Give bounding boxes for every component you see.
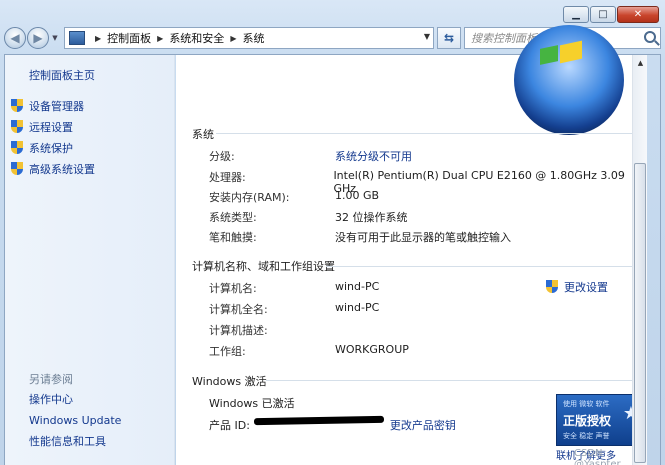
shield-icon [11, 119, 23, 134]
genuine-badge[interactable]: 使用 微软 软件 正版授权 安全 稳定 声誉 ★ [556, 394, 644, 446]
section-divider [326, 266, 637, 267]
content-area: 控制面板主页 设备管理器 远程设置 系统保护 高级系统设置 另请参阅 操作中心 … [4, 25, 661, 465]
see-also-action-center[interactable]: 操作中心 [29, 389, 121, 410]
description-row: 计算机描述: [209, 322, 335, 338]
maximize-button[interactable]: □ [590, 6, 616, 23]
sidebar-item-label: 系统保护 [29, 141, 73, 155]
breadcrumb-separator-icon[interactable]: ▶ [95, 34, 101, 43]
recent-pages-dropdown[interactable]: ▼ [50, 34, 60, 42]
shield-icon [11, 161, 23, 176]
redacted-product-id [253, 415, 384, 426]
shield-icon [11, 140, 23, 155]
minimize-button[interactable]: ▁ [563, 6, 589, 23]
activation-status-row: Windows 已激活 [209, 395, 295, 411]
genuine-line1: 使用 微软 软件 [563, 400, 610, 408]
row-label: 计算机全名: [209, 303, 268, 316]
full-name-value: wind-PC [335, 301, 380, 314]
close-button[interactable]: ✕ [617, 6, 659, 23]
caption-buttons: ▁ □ ✕ [563, 6, 659, 23]
row-label: 安装内存(RAM): [209, 191, 290, 204]
windows-logo [514, 25, 624, 135]
control-panel-icon [69, 31, 85, 45]
scroll-up-icon[interactable]: ▲ [633, 55, 648, 70]
row-label: 计算机描述: [209, 324, 268, 337]
product-id-row: 产品 ID: 更改产品密钥 [209, 415, 456, 433]
refresh-button[interactable]: ⇆ [437, 27, 461, 49]
change-settings-label: 更改设置 [564, 281, 608, 294]
see-also-windows-update[interactable]: Windows Update [29, 410, 121, 431]
breadcrumb-control-panel[interactable]: 控制面板 [107, 30, 151, 46]
see-also-heading: 另请参阅 [29, 373, 73, 386]
rating-link[interactable]: 系统分级不可用 [335, 148, 412, 164]
scrollbar-thumb[interactable] [634, 163, 646, 463]
sidebar-task-list: 设备管理器 远程设置 系统保护 高级系统设置 [11, 95, 95, 179]
forward-arrow-icon: ▶ [33, 31, 43, 45]
sidebar: 控制面板主页 设备管理器 远程设置 系统保护 高级系统设置 另请参阅 操作中心 … [5, 55, 175, 465]
product-id-label: 产品 ID: [209, 419, 250, 432]
sidebar-item-label: 设备管理器 [29, 99, 84, 113]
activation-status: Windows 已激活 [209, 397, 295, 410]
address-dropdown-icon[interactable]: ▼ [424, 32, 430, 41]
workgroup-value: WORKGROUP [335, 343, 409, 356]
system-window: ▁ □ ✕ ◀ ▶ ▼ ▶ 控制面板 ▶ 系统和安全 ▶ 系统 ▼ ⇆ 搜索控制… [0, 0, 665, 465]
back-button[interactable]: ◀ [4, 27, 26, 49]
forward-button[interactable]: ▶ [27, 27, 49, 49]
computer-name-row: 计算机名: wind-PC [209, 280, 379, 296]
vertical-scrollbar[interactable]: ▲ [632, 55, 647, 465]
sidebar-home-link[interactable]: 控制面板主页 [29, 67, 95, 83]
ram-value: 1.00 GB [335, 189, 380, 202]
genuine-line2: 正版授权 [563, 414, 612, 428]
breadcrumb: ▶ 控制面板 ▶ 系统和安全 ▶ 系统 [89, 30, 264, 46]
see-also-performance[interactable]: 性能信息和工具 [29, 431, 121, 452]
shield-icon [11, 98, 23, 113]
address-bar[interactable]: ▶ 控制面板 ▶ 系统和安全 ▶ 系统 ▼ [64, 27, 434, 49]
breadcrumb-separator-icon[interactable]: ▶ [230, 34, 236, 43]
sidebar-item-system-protection[interactable]: 系统保护 [11, 137, 95, 158]
computer-name-value: wind-PC [335, 280, 380, 293]
sidebar-item-label: 远程设置 [29, 120, 73, 134]
processor-value: Intel(R) Pentium(R) Dual CPU E2160 @ 1.8… [333, 169, 625, 195]
system-type-row: 系统类型: 32 位操作系统 [209, 209, 408, 225]
sidebar-item-advanced-settings[interactable]: 高级系统设置 [11, 158, 95, 179]
row-label: 笔和触摸: [209, 231, 257, 244]
see-also-list: 操作中心 Windows Update 性能信息和工具 [29, 389, 121, 452]
sidebar-item-device-manager[interactable]: 设备管理器 [11, 95, 95, 116]
back-arrow-icon: ◀ [10, 31, 20, 45]
row-label: 系统类型: [209, 211, 257, 224]
section-divider [216, 133, 637, 134]
shield-icon [546, 280, 558, 294]
sidebar-item-label: 高级系统设置 [29, 162, 95, 176]
sidebar-item-remote-settings[interactable]: 远程设置 [11, 116, 95, 137]
refresh-icon: ⇆ [443, 31, 455, 45]
pen-touch-value: 没有可用于此显示器的笔或触控输入 [335, 231, 511, 244]
main-panel: 系统 分级: 系统分级不可用 处理器: Intel(R) Pentium(R) … [176, 25, 647, 465]
row-label: 计算机名: [209, 282, 257, 295]
row-label: 工作组: [209, 345, 246, 358]
change-product-key-link[interactable]: 更改产品密钥 [390, 417, 456, 433]
system-type-value: 32 位操作系统 [335, 211, 408, 224]
breadcrumb-system[interactable]: 系统 [242, 30, 264, 46]
pen-touch-row: 笔和触摸: 没有可用于此显示器的笔或触控输入 [209, 229, 511, 245]
activation-section-title: Windows 激活 [192, 375, 267, 388]
genuine-line3: 安全 稳定 声誉 [563, 432, 610, 440]
workgroup-row: 工作组: WORKGROUP [209, 343, 409, 359]
ram-row: 安装内存(RAM): 1.00 GB [209, 189, 379, 205]
section-divider [266, 380, 637, 381]
search-icon[interactable] [644, 31, 656, 43]
breadcrumb-separator-icon[interactable]: ▶ [157, 34, 163, 43]
row-label: 分级: [209, 150, 235, 163]
system-section-title: 系统 [192, 128, 214, 141]
breadcrumb-system-security[interactable]: 系统和安全 [169, 30, 224, 46]
computer-section-title: 计算机名称、域和工作组设置 [192, 260, 335, 273]
change-settings-link[interactable]: 更改设置 [546, 279, 608, 295]
full-name-row: 计算机全名: wind-PC [209, 301, 379, 317]
rating-row: 分级: 系统分级不可用 [209, 148, 412, 164]
